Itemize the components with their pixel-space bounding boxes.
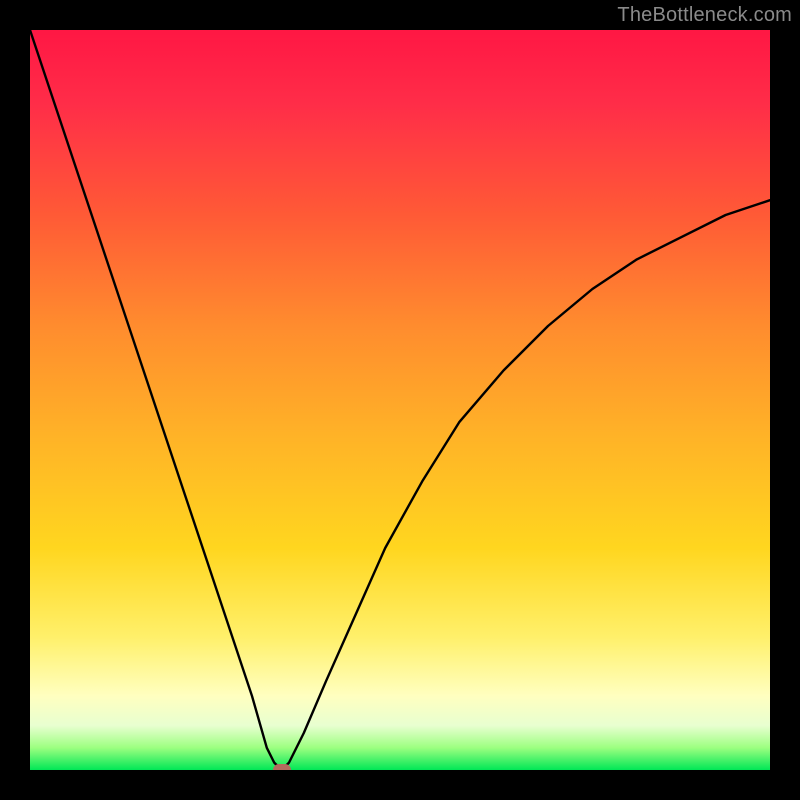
bottleneck-curve <box>30 30 770 770</box>
minimum-marker <box>273 764 291 770</box>
plot-area <box>30 30 770 770</box>
chart-frame: TheBottleneck.com <box>0 0 800 800</box>
watermark-text: TheBottleneck.com <box>617 4 792 27</box>
curve-svg <box>30 30 770 770</box>
